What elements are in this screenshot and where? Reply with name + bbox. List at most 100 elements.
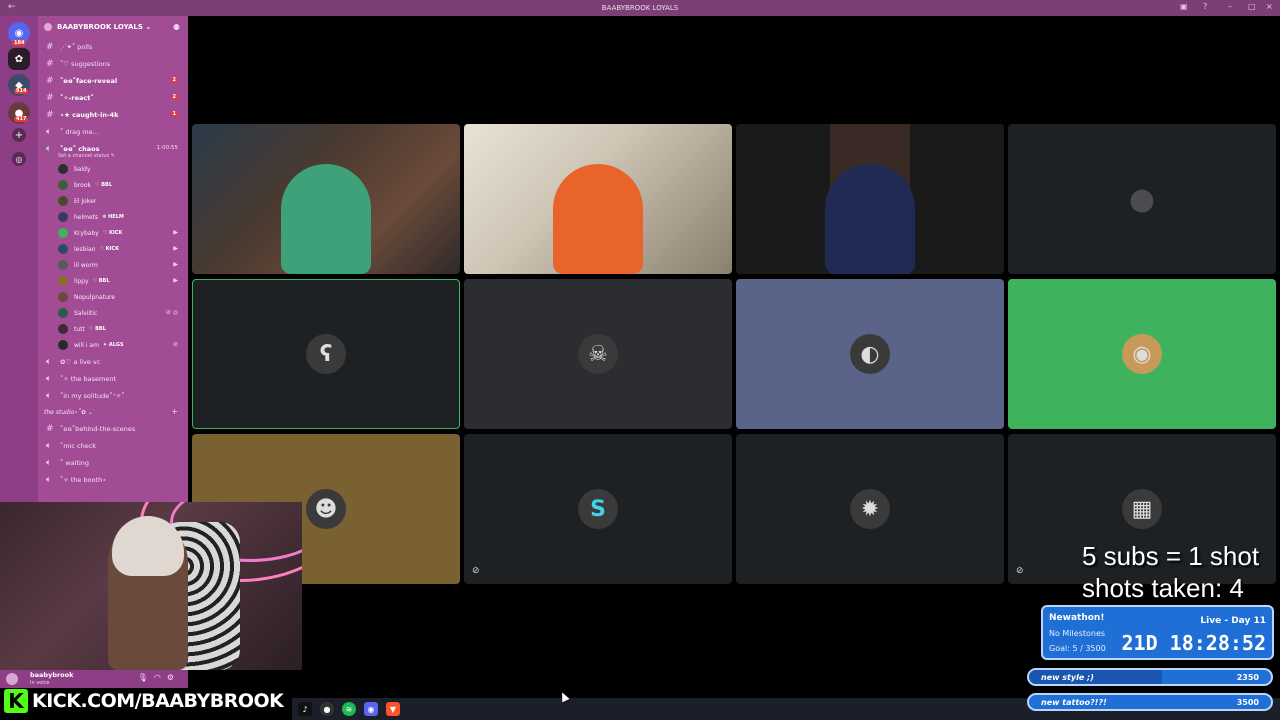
voice-member[interactable]: brook ♡ BBL <box>38 177 188 193</box>
voice-member-list: baldy brook ♡ BBL El Joker helmets ❄ HELM Kryb… <box>38 161 188 353</box>
discover-icon[interactable]: ◎ <box>12 152 26 166</box>
voice-channel-basement[interactable]: 🔈︎ ˚✧ the basement <box>38 370 188 387</box>
add-server-icon[interactable]: + <box>12 128 26 142</box>
voice-member[interactable]: will i am ✦ ALGS ⊘ <box>38 337 188 353</box>
member-name: Nopulpnature <box>74 293 115 301</box>
member-tag: ♡ KICK <box>99 246 119 252</box>
member-tag: ✦ ALGS <box>102 342 124 348</box>
discord-avatar: ◉ <box>1122 334 1162 374</box>
member-avatar <box>58 260 68 270</box>
voice-channel-mic-check[interactable]: 🔈︎ ˚mic check <box>38 437 188 454</box>
goal-bar-1: new style ;) 2350 <box>1027 668 1273 686</box>
voice-member[interactable]: lesbian ♡ KICK ▶ <box>38 241 188 257</box>
inbox-icon[interactable]: ▣ <box>1180 2 1188 11</box>
video-tile[interactable]: ✹ <box>736 434 1004 584</box>
member-avatar <box>58 324 68 334</box>
channel-name: ⋆★ caught-in-4k <box>60 110 119 119</box>
voice-member[interactable]: Krybaby ♡ KICK ▶ <box>38 225 188 241</box>
screen: ← BAABYBROOK LOYALS ▣ ? – □ × ◉ 184 ✿ ◆ … <box>0 0 1280 720</box>
channel-name: ˚in my solitude˚⁺✧˚ <box>60 391 125 400</box>
video-tile[interactable]: ☠ <box>464 279 732 429</box>
voice-timer: 1:00:55 <box>156 145 178 151</box>
server-icon-baabybrook[interactable]: ✿ <box>8 48 30 70</box>
channel-name: ˚mic check <box>60 441 97 450</box>
member-name: lil worm <box>74 261 98 269</box>
minimize-icon[interactable]: – <box>1228 2 1232 11</box>
close-icon[interactable]: × <box>1266 2 1273 11</box>
voice-channel-booth[interactable]: 🔈︎ ˚✧ the booth⋆ <box>38 471 188 488</box>
channel-react[interactable]: # ˚✧˖react˚ 2 <box>38 89 188 106</box>
video-tile[interactable]: ◉ <box>1008 279 1276 429</box>
user-panel: baabybrook In voice 🎙︎◠⚙ <box>0 670 188 688</box>
spotify-icon[interactable]: ≋ <box>342 702 356 716</box>
brave-icon[interactable]: ▼ <box>386 702 400 716</box>
add-channel-icon[interactable]: + <box>171 407 178 416</box>
member-avatar <box>58 164 68 174</box>
kick-banner: K KICK.COM/BAABYBROOK <box>4 688 285 714</box>
channel-name: ˚ʚɞ˚face-reveal <box>60 76 118 85</box>
help-icon[interactable]: ? <box>1203 2 1207 11</box>
member-name: El Joker <box>74 197 97 205</box>
channel-behind-the-scenes[interactable]: # ˚ʚɞ˚behind-the-scenes <box>38 420 188 437</box>
voice-member[interactable]: lil worm ▶ <box>38 257 188 273</box>
mic-icon[interactable]: 🎙︎ <box>138 673 154 682</box>
video-tile[interactable]: S ⊘ <box>464 434 732 584</box>
speaker-icon: 🔈︎ <box>46 440 52 451</box>
voice-member[interactable]: baldy <box>38 161 188 177</box>
tiktok-icon[interactable]: ♪ <box>298 702 312 716</box>
participant-video <box>281 164 371 274</box>
user-avatar[interactable] <box>6 673 18 685</box>
video-tile[interactable] <box>736 124 1004 274</box>
voice-channel-drag-me[interactable]: 🔈︎ ˚ drag me... <box>38 123 188 140</box>
voice-channel-live-vc[interactable]: 🔈︎ ✿♡ a live vc <box>38 353 188 370</box>
subathon-milestones: No Milestones <box>1049 629 1106 638</box>
invite-people-icon[interactable]: ⚉ <box>173 23 180 32</box>
channel-polls[interactable]: # ⋰✦˚ polls <box>38 38 188 55</box>
video-tile[interactable]: ◐ <box>736 279 1004 429</box>
channel-suggestions[interactable]: # ˚♡ suggestions <box>38 55 188 72</box>
maximize-icon[interactable]: □ <box>1248 2 1256 11</box>
settings-icon[interactable]: ⚙ <box>167 673 180 682</box>
obs-icon[interactable]: ● <box>320 702 334 716</box>
server-header[interactable]: BAABYBROOK LOYALS ⌄ ⚉ <box>38 16 188 38</box>
video-tile[interactable]: ● <box>1008 124 1276 274</box>
voice-channel-chaos[interactable]: 🔈︎ ˚ʚɞ˚ chaos 1:00:55 <box>38 140 188 157</box>
goal-value: 3500 <box>1236 698 1259 707</box>
channel-name: ˚ʚɞ˚ chaos <box>60 144 100 153</box>
channel-name: ˚✧˖react˚ <box>60 93 94 102</box>
discord-taskbar-icon[interactable]: ◉ <box>364 702 378 716</box>
category-the-studio[interactable]: the studio⋆˚✿ ⌄ + <box>38 404 188 420</box>
headphones-icon[interactable]: ◠ <box>154 673 167 682</box>
channel-name: ˚ drag me... <box>60 127 99 136</box>
title-bar: ← BAABYBROOK LOYALS ▣ ? – □ × <box>0 0 1280 16</box>
voice-member[interactable]: Salviitic ⊘ ◎ <box>38 305 188 321</box>
video-tile[interactable] <box>464 124 732 274</box>
voice-member[interactable]: Nopulpnature <box>38 289 188 305</box>
subathon-live-day: Live - Day 11 <box>1200 616 1266 626</box>
voice-channel-waiting[interactable]: 🔈︎ ˚ waiting <box>38 454 188 471</box>
hash-icon: # <box>46 58 54 69</box>
voice-member[interactable]: helmets ❄ HELM <box>38 209 188 225</box>
channel-name: ˚✧ the basement <box>60 374 116 383</box>
member-name: baldy <box>74 165 91 173</box>
speaker-icon: 🔈︎ <box>46 143 52 154</box>
server-badge-2: 914 <box>14 88 29 94</box>
channel-face-reveal[interactable]: # ˚ʚɞ˚face-reveal 2 <box>38 72 188 89</box>
person-icon: ● <box>1128 181 1156 217</box>
video-tile[interactable] <box>192 124 460 274</box>
voice-member[interactable]: tutt ♡ BBL <box>38 321 188 337</box>
user-status: In voice <box>30 680 50 686</box>
voice-channel-solitude[interactable]: 🔈︎ ˚in my solitude˚⁺✧˚ <box>38 387 188 404</box>
channel-caught-in-4k[interactable]: # ⋆★ caught-in-4k 1 <box>38 106 188 123</box>
member-name: lesbian <box>74 245 96 253</box>
subathon-title: Newathon! <box>1049 613 1105 623</box>
channel-name: ˚♡ suggestions <box>60 59 111 68</box>
member-avatar <box>58 212 68 222</box>
server-badge-3: 417 <box>14 116 29 122</box>
mic-muted-icon: ⊘ <box>472 566 480 576</box>
member-avatar <box>58 292 68 302</box>
channel-name: ˚✧ the booth⋆ <box>60 475 107 484</box>
voice-member[interactable]: lippy ♡ BBL ▶ <box>38 273 188 289</box>
video-tile[interactable]: ʕ <box>192 279 460 429</box>
voice-member[interactable]: El Joker <box>38 193 188 209</box>
